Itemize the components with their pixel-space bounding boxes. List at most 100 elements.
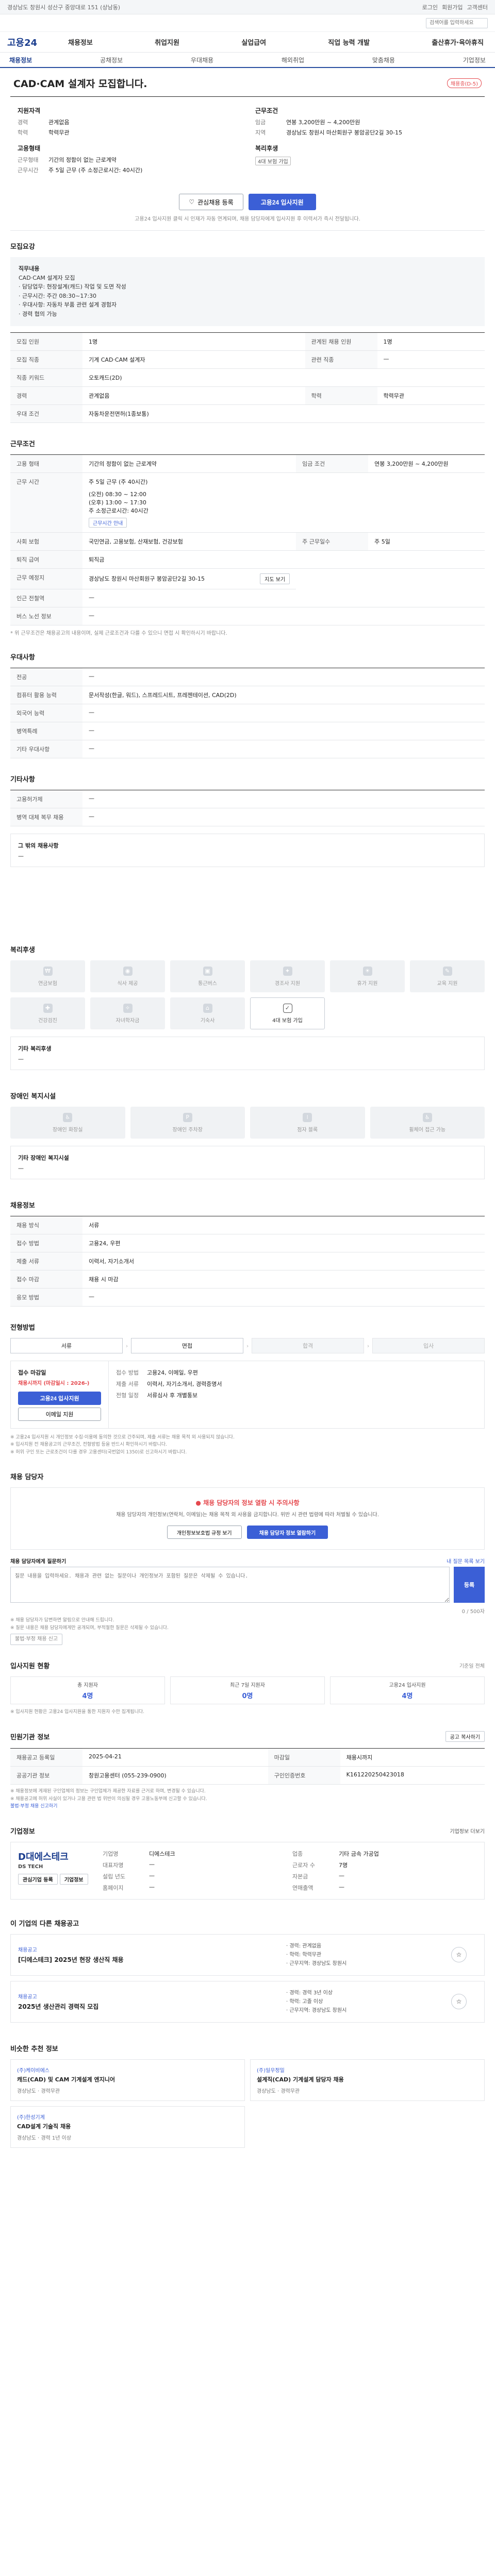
privacy-law-button[interactable]: 개인정보보호법 규정 보기 bbox=[167, 1526, 242, 1539]
summary-key: 근무시간 bbox=[18, 167, 39, 174]
apply-button[interactable]: 고용24 입사지원 bbox=[248, 194, 316, 210]
row-key: 병역특례 bbox=[10, 722, 82, 741]
summary-heading: 복리후생 bbox=[255, 145, 278, 152]
job-card-title[interactable]: [디에스테크] 2025년 현장 생산직 채용 bbox=[18, 1955, 286, 1964]
row-value: 채용 시 마감 bbox=[82, 1270, 485, 1289]
summary-key: 학력 bbox=[18, 129, 28, 136]
braille-icon: ⁞ bbox=[303, 1112, 312, 1122]
signup-link[interactable]: 회원가입 bbox=[442, 3, 463, 11]
subnav-item[interactable]: 우대채용 bbox=[191, 56, 213, 64]
row-key: 접수 방법 bbox=[10, 1234, 82, 1253]
company-value: 기타 금속 가공업 bbox=[339, 1850, 379, 1857]
email-apply-button[interactable]: 이메일 지원 bbox=[18, 1408, 101, 1421]
favorite-company-button[interactable]: 관심기업 등록 bbox=[18, 1873, 58, 1885]
table-row: 채용 방식 서류 bbox=[10, 1216, 485, 1235]
contact-warning-title: ● 채용 담당자의 정보 열람 시 주의사항 bbox=[21, 1498, 474, 1507]
disabled-section: 장애인 복지시설 ♿ 장애인 화장실 P 장애인 주차장 ⁞ 점자 블록 ♿ 휠체어 접… bbox=[10, 1080, 485, 1190]
panel-title: 그 밖의 채용사항 bbox=[18, 842, 59, 850]
process-step: 서류 bbox=[10, 1338, 123, 1354]
other-panel: 그 밖의 채용사항 — bbox=[10, 834, 485, 868]
row-value: — bbox=[82, 607, 485, 626]
nav-item[interactable]: 실업급여 bbox=[237, 37, 270, 47]
company-more-link[interactable]: 기업정보 더보기 bbox=[450, 1827, 485, 1835]
apply-key: 접수 방법 bbox=[116, 1369, 139, 1377]
recommend-card[interactable]: (주)일우정밀 설계직(CAD) 기계설계 담당자 채용 경상남도 · 경력무관 bbox=[250, 2059, 485, 2101]
hours-info-link[interactable]: 근무시간 안내 bbox=[89, 517, 127, 528]
gift-icon: ✦ bbox=[283, 966, 292, 976]
table-row: 경력 관계없음 학력 학력무관 bbox=[10, 386, 485, 405]
subnav-item[interactable]: 기업정보 bbox=[463, 56, 486, 64]
table-row: 접수 방법 고용24, 우편 bbox=[10, 1234, 485, 1253]
map-button[interactable]: 지도 보기 bbox=[260, 573, 290, 584]
stats-note: ※ 입사지원 현황은 고용24 입사지원을 통한 지원자 수만 집계됩니다. bbox=[10, 1709, 145, 1715]
row-value: — bbox=[82, 808, 485, 827]
recommend-card[interactable]: (주)케이비에스 캐드(CAD) 및 CAM 기계설계 엔지니어 경상남도 · … bbox=[10, 2059, 245, 2101]
summary-value: 연봉 3,200만원 ~ 4,200만원 bbox=[286, 119, 360, 126]
subnav-item[interactable]: 공채정보 bbox=[100, 56, 123, 64]
nav-item[interactable]: 출산휴가·육아휴직 bbox=[427, 37, 488, 47]
summary-key: 임금 bbox=[255, 119, 266, 126]
nav-item[interactable]: 채용정보 bbox=[64, 37, 97, 47]
company-key: 근로자 수 bbox=[292, 1861, 315, 1869]
hours-line: 주 소정근로시간: 40시간 bbox=[89, 507, 148, 514]
job-title: CAD·CAM 설계자 모집합니다. bbox=[13, 78, 147, 90]
qa-label: 채용 담당자에게 질문하기 bbox=[10, 1559, 67, 1565]
section-title: 근무조건 bbox=[10, 440, 35, 448]
nav-item[interactable]: 취업지원 bbox=[151, 37, 184, 47]
help-link[interactable]: 고객센터 bbox=[467, 3, 488, 11]
company-key: 연매출액 bbox=[292, 1884, 314, 1891]
recommend-card[interactable]: (주)한성기계 CAD설계 기술직 채용 경상남도 · 경력 1년 이상 bbox=[10, 2106, 245, 2148]
insurance-icon: ✓ bbox=[283, 1003, 292, 1013]
company-info-button[interactable]: 기업정보 bbox=[59, 1873, 88, 1885]
job-card[interactable]: 채용공고 2025년 생산관리 경력직 모집 · 경력: 경력 3년 이상 · … bbox=[10, 1980, 485, 2023]
note-line: ※ 채용공고에 허위 사실이 있거나 고용 관련 법 위반이 의심될 경우 고용… bbox=[10, 1796, 207, 1802]
subnav-item[interactable]: 맞춤채용 bbox=[372, 56, 395, 64]
subnav-item[interactable]: 해외취업 bbox=[282, 56, 304, 64]
table-row: 근무 예정지 경상남도 창원시 마산회원구 봉암공단2길 30-15 지도 보기 bbox=[10, 568, 485, 590]
search-bar bbox=[0, 14, 495, 32]
company-key: 기업명 bbox=[103, 1850, 119, 1857]
question-textarea[interactable] bbox=[10, 1567, 450, 1603]
company-section: 기업정보 기업정보 더보기 D대에스테크 DS TECH 관심기업 등록 기업정보… bbox=[10, 1816, 485, 1908]
copy-posting-button[interactable]: 공고 복사하기 bbox=[445, 1731, 485, 1742]
row-key: 관계된 채용 인원 bbox=[305, 332, 377, 351]
sub-nav: 채용정보 공채정보 우대채용 해외취업 맞춤채용 기업정보 bbox=[0, 53, 495, 68]
site-logo[interactable]: 고용24 bbox=[7, 36, 64, 49]
nav-item[interactable]: 직업 능력 개발 bbox=[324, 37, 374, 47]
question-submit-button[interactable]: 등록 bbox=[454, 1567, 485, 1603]
table-row: 모집 직종 기계 CAD·CAM 설계자 관련 직종 — bbox=[10, 350, 485, 369]
report-button[interactable]: 불법·부정 채용 신고 bbox=[10, 1634, 63, 1646]
recommend-title[interactable]: 설계직(CAD) 기계설계 담당자 채용 bbox=[257, 2075, 478, 2083]
my-questions-link[interactable]: 내 질문 목록 보기 bbox=[447, 1557, 485, 1565]
scrap-button[interactable]: ♡ 관심채용 등록 bbox=[179, 194, 243, 210]
subnav-item[interactable]: 채용정보 bbox=[9, 56, 32, 64]
recommend-title[interactable]: CAD설계 기술직 채용 bbox=[17, 2122, 238, 2130]
row-key: 고용허가제 bbox=[10, 790, 82, 809]
company-key: 홈페이지 bbox=[103, 1884, 124, 1891]
job-card[interactable]: 채용공고 [디에스테크] 2025년 현장 생산직 채용 · 경력: 관계없음 … bbox=[10, 1934, 485, 1976]
row-key: 제출 서류 bbox=[10, 1252, 82, 1271]
view-contact-button[interactable]: 채용 담당자 정보 열람하기 bbox=[246, 1526, 328, 1539]
panel-title: 기타 장애인 복지시설 bbox=[18, 1155, 69, 1162]
facility-item: ♿ 장애인 화장실 bbox=[10, 1107, 125, 1139]
search-input[interactable] bbox=[426, 18, 488, 28]
apply-button-secondary[interactable]: 고용24 입사지원 bbox=[18, 1392, 101, 1405]
star-icon[interactable]: ☆ bbox=[451, 1947, 467, 1963]
duty-label: 직무내용 bbox=[19, 265, 40, 272]
job-card-title[interactable]: 2025년 생산관리 경력직 모집 bbox=[18, 2002, 286, 2011]
section-title: 이 기업의 다른 채용공고 bbox=[10, 1920, 79, 1928]
section-title: 채용정보 bbox=[10, 1202, 35, 1210]
table-row: 채용공고 등록일 2025-04-21 마감일 채용시까지 bbox=[10, 1748, 485, 1767]
row-key: 고용 형태 bbox=[10, 454, 82, 473]
star-icon[interactable]: ☆ bbox=[451, 1994, 467, 2010]
report-link[interactable]: 불법·부정 채용 신고하기 bbox=[10, 1804, 57, 1809]
company-logo-mark: D대에스테크 bbox=[18, 1851, 69, 1862]
table-row: 병역특례 — bbox=[10, 722, 485, 741]
table-row: 버스 노선 정보 — bbox=[10, 607, 485, 626]
login-link[interactable]: 로그인 bbox=[422, 3, 438, 11]
row-value: 이력서, 자기소개서 bbox=[82, 1252, 485, 1271]
recommend-title[interactable]: 캐드(CAD) 및 CAM 기계설계 엔지니어 bbox=[17, 2075, 238, 2083]
company-key: 자본금 bbox=[292, 1873, 308, 1880]
company-info-table: 채용 방식 서류 접수 방법 고용24, 우편 제출 서류 이력서, 자기소개서 접수… bbox=[10, 1216, 485, 1307]
row-key: 직종 키워드 bbox=[10, 368, 82, 387]
